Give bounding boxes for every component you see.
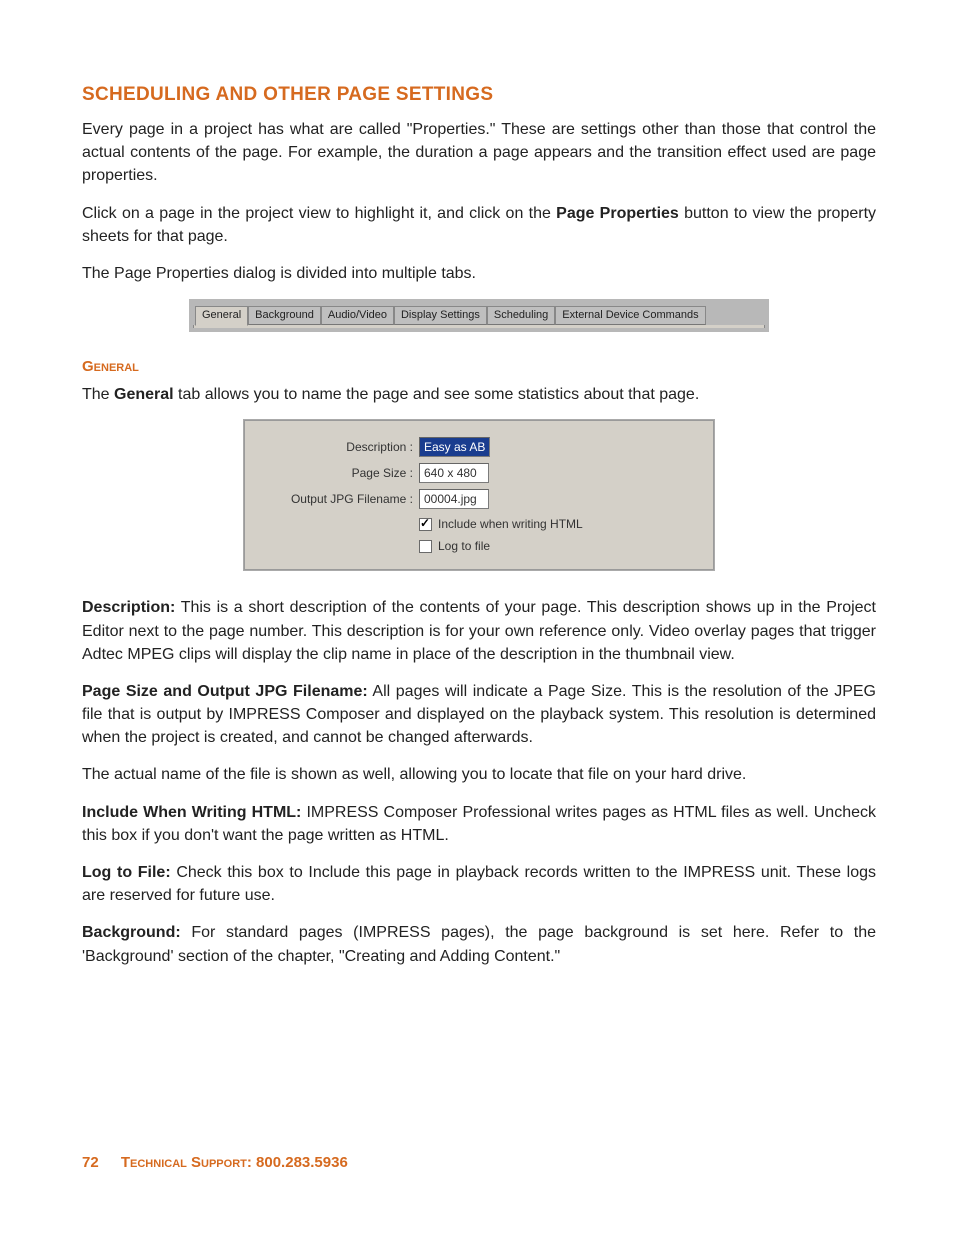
footer-phone: 800.283.5936 <box>256 1154 348 1171</box>
tabs-screenshot: General Background Audio/Video Display S… <box>189 299 769 332</box>
general-term: General <box>114 386 174 403</box>
def-logfile: Log to File: Check this box to Include t… <box>82 861 876 907</box>
log-to-file-label: Log to file <box>438 539 490 553</box>
intro-paragraph-1: Every page in a project has what are cal… <box>82 118 876 188</box>
page-number: 72 <box>82 1154 99 1171</box>
page-properties-term: Page Properties <box>556 205 679 222</box>
def-logfile-h: Log to File: <box>82 864 171 881</box>
subhead-general: General <box>82 358 876 375</box>
def-pagesize: Page Size and Output JPG Filename: All p… <box>82 680 876 750</box>
def-background: Background: For standard pages (IMPRESS … <box>82 921 876 967</box>
pagesize-label: Page Size : <box>255 466 419 480</box>
def-includehtml-h: Include When Writing HTML: <box>82 804 301 821</box>
pagesize-field[interactable]: 640 x 480 <box>419 463 489 483</box>
log-to-file-checkbox[interactable] <box>419 540 432 553</box>
jpg-filename-field[interactable]: 00004.jpg <box>419 489 489 509</box>
def-includehtml: Include When Writing HTML: IMPRESS Compo… <box>82 801 876 847</box>
include-html-label: Include when writing HTML <box>438 517 583 531</box>
description-field[interactable]: Easy as AB <box>419 437 490 457</box>
def-background-h: Background: <box>82 924 181 941</box>
general-panel-screenshot: Description : Easy as AB Page Size : 640… <box>244 420 714 570</box>
def-pagesize-h: Page Size and Output JPG Filename: <box>82 683 368 700</box>
general-intro-post: tab allows you to name the page and see … <box>174 386 700 403</box>
include-html-checkbox[interactable] <box>419 518 432 531</box>
section-heading: SCHEDULING AND OTHER PAGE SETTINGS <box>82 84 876 106</box>
intro-paragraph-3: The Page Properties dialog is divided in… <box>82 262 876 285</box>
intro2-pre: Click on a page in the project view to h… <box>82 205 556 222</box>
page-footer: 72 Technical Support: 800.283.5936 <box>82 1154 348 1171</box>
description-label: Description : <box>255 440 419 454</box>
tab-row: General Background Audio/Video Display S… <box>193 303 765 325</box>
tab-general[interactable]: General <box>195 306 248 326</box>
footer-support-label: Technical Support: <box>121 1154 256 1171</box>
tab-audio-video[interactable]: Audio/Video <box>321 306 394 325</box>
general-intro-pre: The <box>82 386 114 403</box>
tab-display-settings[interactable]: Display Settings <box>394 306 487 325</box>
jpg-filename-label: Output JPG Filename : <box>255 492 419 506</box>
def-description-h: Description: <box>82 599 175 616</box>
tab-background[interactable]: Background <box>248 306 321 325</box>
def-description: Description: This is a short description… <box>82 596 876 666</box>
def-background-t: For standard pages (IMPRESS pages), the … <box>82 924 876 964</box>
general-intro: The General tab allows you to name the p… <box>82 383 876 406</box>
tab-external-device-commands[interactable]: External Device Commands <box>555 306 705 325</box>
tab-scheduling[interactable]: Scheduling <box>487 306 555 325</box>
def-description-t: This is a short description of the conte… <box>82 599 876 662</box>
def-actualname: The actual name of the file is shown as … <box>82 763 876 786</box>
intro-paragraph-2: Click on a page in the project view to h… <box>82 202 876 248</box>
def-logfile-t: Check this box to Include this page in p… <box>82 864 876 904</box>
